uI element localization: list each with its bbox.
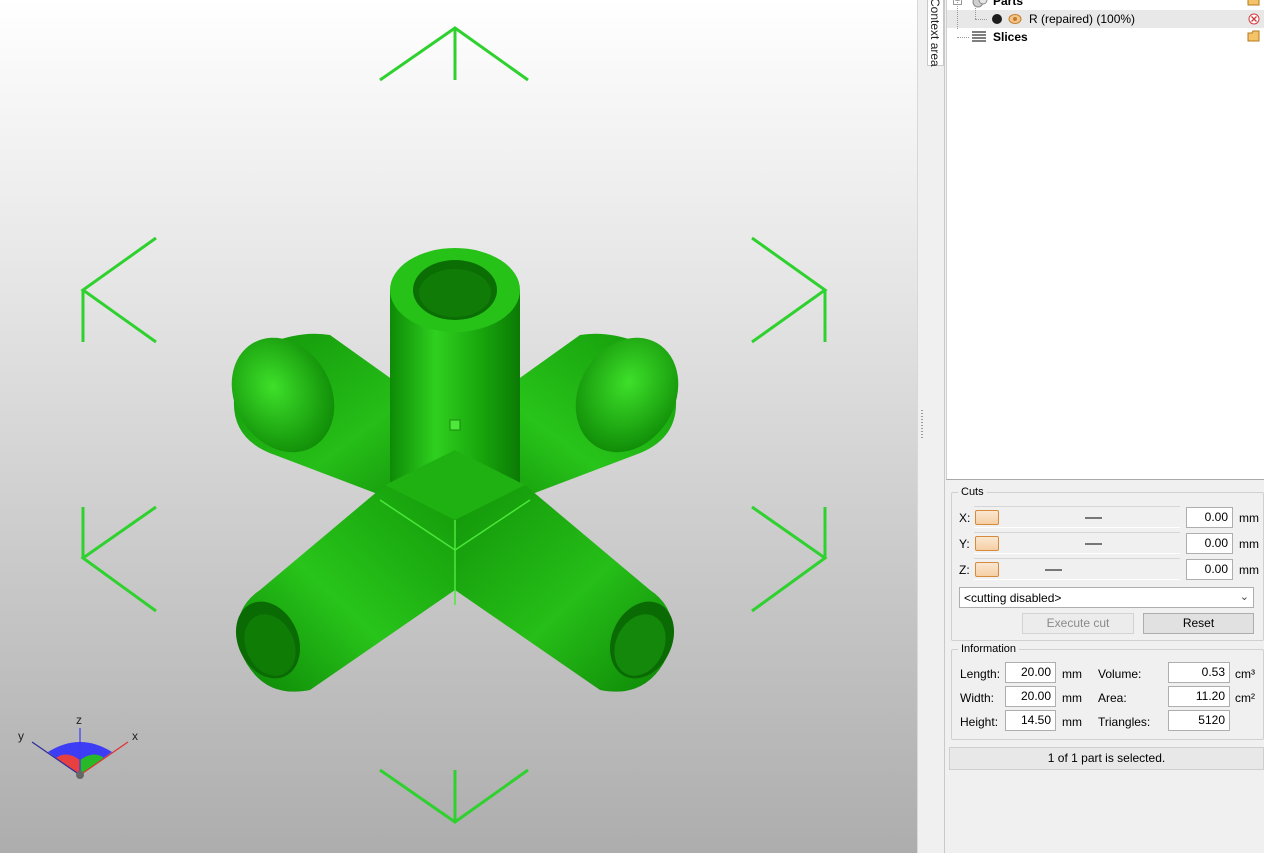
bracket-upper-right (751, 236, 828, 344)
panel-splitter[interactable] (917, 0, 925, 853)
cut-x-unit: mm (1239, 511, 1259, 525)
cut-z-input[interactable]: 0.00 (1186, 559, 1233, 580)
folder-open-icon[interactable] (1247, 0, 1261, 6)
area-label: Area: (1098, 691, 1127, 705)
cut-y-slider[interactable] (974, 532, 1180, 554)
volume-label: Volume: (1098, 667, 1142, 681)
cut-z-slider[interactable] (974, 558, 1180, 580)
tree-row-slices[interactable]: Slices (947, 28, 1264, 46)
cut-z-slider-tick (1045, 569, 1062, 571)
axis-label-z: z (76, 713, 82, 727)
tree-label-part: R (repaired) (100%) (1029, 12, 1136, 26)
cut-y-label: Y: (959, 537, 970, 551)
triangles-label: Triangles: (1098, 715, 1151, 729)
chevron-down-icon: ⌄ (1239, 591, 1249, 603)
length-value: 20.00 (1005, 662, 1056, 683)
axis-gizmo: z x y (18, 713, 138, 779)
context-area-tab[interactable]: Context area (925, 0, 945, 853)
cut-x-label: X: (959, 511, 971, 525)
triangles-value: 5120 (1168, 710, 1230, 731)
axis-label-x: x (132, 729, 138, 743)
cut-y-input[interactable]: 0.00 (1186, 533, 1233, 554)
bracket-lower-left (80, 505, 157, 613)
height-value: 14.50 (1005, 710, 1056, 731)
area-value: 11.20 (1168, 686, 1230, 707)
execute-cut-button[interactable]: Execute cut (1022, 613, 1134, 634)
side-panel: − Parts R (repaired) (100%) Slices Cuts … (946, 0, 1264, 853)
bracket-lower-right (751, 505, 828, 613)
height-unit: mm (1062, 715, 1082, 729)
reset-button[interactable]: Reset (1143, 613, 1254, 634)
scene-svg: z x y (18, 26, 828, 824)
bracket-upper-left (80, 236, 157, 344)
cut-z-label: Z: (959, 563, 970, 577)
center-marker (449, 419, 461, 431)
model-part[interactable] (211, 248, 698, 692)
cut-mode-value: <cutting disabled> (964, 591, 1062, 605)
cut-x-slider-tick (1085, 517, 1102, 519)
axis-label-y: y (18, 729, 24, 743)
cut-x-slider[interactable] (974, 506, 1180, 528)
cut-x-input[interactable]: 0.00 (1186, 507, 1233, 528)
width-value: 20.00 (1005, 686, 1056, 707)
cut-x-slider-handle[interactable] (975, 510, 999, 525)
cut-y-slider-tick (1085, 543, 1102, 545)
information-title: Information (961, 643, 1017, 655)
tree-label-parts: Parts (993, 0, 1024, 8)
volume-value: 0.53 (1168, 662, 1230, 683)
parts-icon (972, 0, 988, 8)
height-label: Height: (960, 715, 999, 729)
tree-row-parts[interactable]: − Parts (947, 0, 1264, 10)
volume-unit: cm³ (1235, 667, 1255, 681)
parts-tree[interactable]: − Parts R (repaired) (100%) Slices (946, 0, 1264, 480)
cut-mode-select[interactable]: <cutting disabled> ⌄ (959, 587, 1254, 608)
eye-icon[interactable] (1008, 13, 1022, 25)
slices-icon (972, 31, 986, 42)
3d-viewport[interactable]: z x y (0, 0, 917, 853)
tree-row-part[interactable]: R (repaired) (100%) (947, 0, 1264, 29)
tab-context-area-label: Context area (928, 0, 942, 67)
remove-part-icon[interactable] (1247, 13, 1261, 25)
cut-z-unit: mm (1239, 563, 1259, 577)
bracket-bottom (379, 768, 529, 824)
width-unit: mm (1062, 691, 1082, 705)
cut-z-slider-handle[interactable] (975, 562, 999, 577)
area-unit: cm² (1235, 691, 1255, 705)
bracket-top (379, 26, 529, 82)
cuts-title: Cuts (961, 486, 984, 498)
length-label: Length: (960, 667, 1001, 681)
visibility-dot-icon[interactable] (991, 13, 1003, 25)
selection-status: 1 of 1 part is selected. (949, 747, 1264, 770)
width-label: Width: (960, 691, 995, 705)
tree-label-slices: Slices (993, 30, 1028, 44)
splitter-grip[interactable] (921, 410, 923, 440)
cut-y-slider-handle[interactable] (975, 536, 999, 551)
cut-y-unit: mm (1239, 537, 1259, 551)
folder-open-icon[interactable] (1247, 30, 1261, 42)
length-unit: mm (1062, 667, 1082, 681)
tab-context-area[interactable]: Context area (927, 0, 944, 67)
